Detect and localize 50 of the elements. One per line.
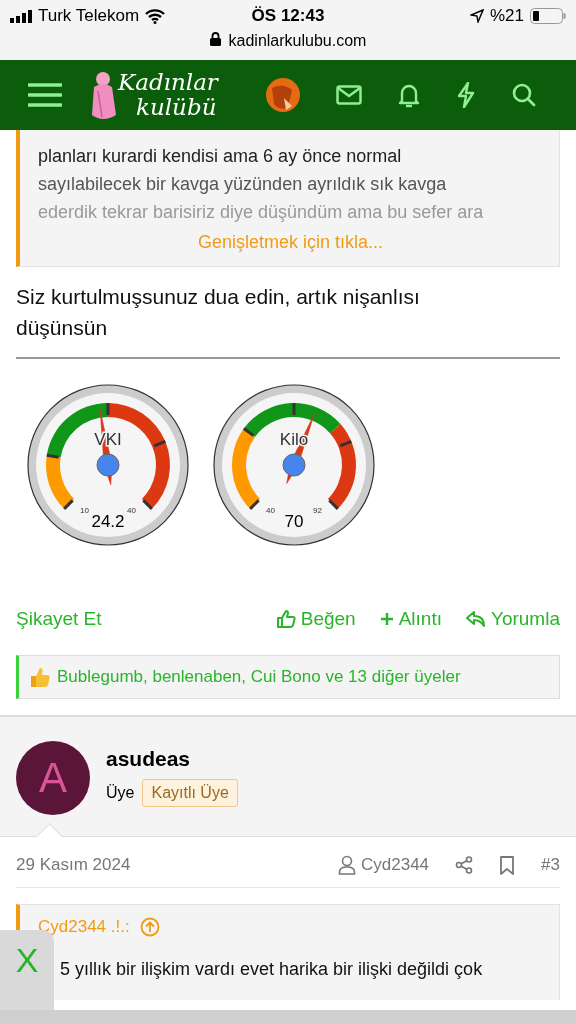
logo-text[interactable]: Kadınlar xyxy=(118,70,218,95)
location-arrow-icon xyxy=(469,9,484,23)
carrier-name: Turk Telekom xyxy=(38,6,140,26)
thumbs-up-icon xyxy=(275,609,296,629)
reply-link[interactable]: Yorumla xyxy=(466,608,560,630)
lightning-icon[interactable] xyxy=(456,82,476,108)
like-link[interactable]: Beğen xyxy=(275,608,356,630)
gauge-max: 40 xyxy=(127,506,136,515)
user-role: Üye xyxy=(106,784,135,802)
gauge-value: 70 xyxy=(284,512,304,531)
quote-text: planları kurardi kendisi ama 6 ay önce normal xyxy=(38,145,403,168)
reactions-link[interactable]: Bublegumb, benlenaben, Cui Bono ve 13 diğer üyeler xyxy=(57,667,461,687)
expand-link[interactable]: Genişletmek için tıkla... xyxy=(197,228,384,256)
quote-text: 5 yıllık bir ilişkim vardı evet harika bir ilişki değildi çok xyxy=(59,959,484,980)
quote-link[interactable]: Alıntı xyxy=(379,608,442,630)
bell-icon[interactable] xyxy=(398,82,420,108)
gauge-min: 40 xyxy=(266,506,275,515)
quote-text: ederdik tekrar barisiriz diye düşündüm ama bu sefer ara xyxy=(38,201,485,224)
post-number-link[interactable]: #3 xyxy=(541,855,560,875)
url-address[interactable]: kadinlarkulubu.com xyxy=(228,32,367,50)
wifi-icon xyxy=(145,8,166,24)
thumbs-up-icon xyxy=(29,666,51,688)
search-icon[interactable] xyxy=(512,83,536,107)
bookmark-icon[interactable] xyxy=(499,855,516,875)
needle-hub xyxy=(96,453,120,477)
lock-icon xyxy=(209,32,221,46)
share-icon[interactable] xyxy=(455,856,474,874)
user-icon xyxy=(338,855,356,875)
plus-icon xyxy=(379,612,394,626)
battery-icon xyxy=(530,8,566,24)
post-text: Siz kurtulmuşsunuz dua edin, artık nişanlısı düşünsün xyxy=(16,284,421,341)
signal-icon xyxy=(10,9,32,23)
username-link[interactable]: asudeas xyxy=(106,747,238,771)
menu-icon[interactable] xyxy=(28,82,62,108)
battery-percent: %21 xyxy=(489,6,524,26)
logo-text[interactable]: kulübü xyxy=(118,95,218,120)
gauge-max: 92 xyxy=(313,506,322,515)
gauge-min: 10 xyxy=(80,506,89,515)
quote-text: sayılabilecek bir kavga yüzünden ayrıldık sık kavga xyxy=(38,173,448,196)
post-date[interactable]: 29 Kasım 2024 xyxy=(16,855,131,875)
clock-time: ÖS 12:43 xyxy=(251,6,325,26)
reply-arrow-icon xyxy=(466,610,486,628)
member-badge: Kayıtlı Üye xyxy=(142,779,238,807)
gauge-value: 24.2 xyxy=(91,512,125,531)
needle-hub xyxy=(282,453,306,477)
report-link[interactable]: Şikayet Et xyxy=(16,608,102,630)
mail-icon[interactable] xyxy=(336,85,362,105)
user-avatar[interactable]: A xyxy=(16,741,90,815)
author-link[interactable]: Cyd2344 xyxy=(338,855,430,875)
arrow-up-circle-icon xyxy=(139,917,160,937)
